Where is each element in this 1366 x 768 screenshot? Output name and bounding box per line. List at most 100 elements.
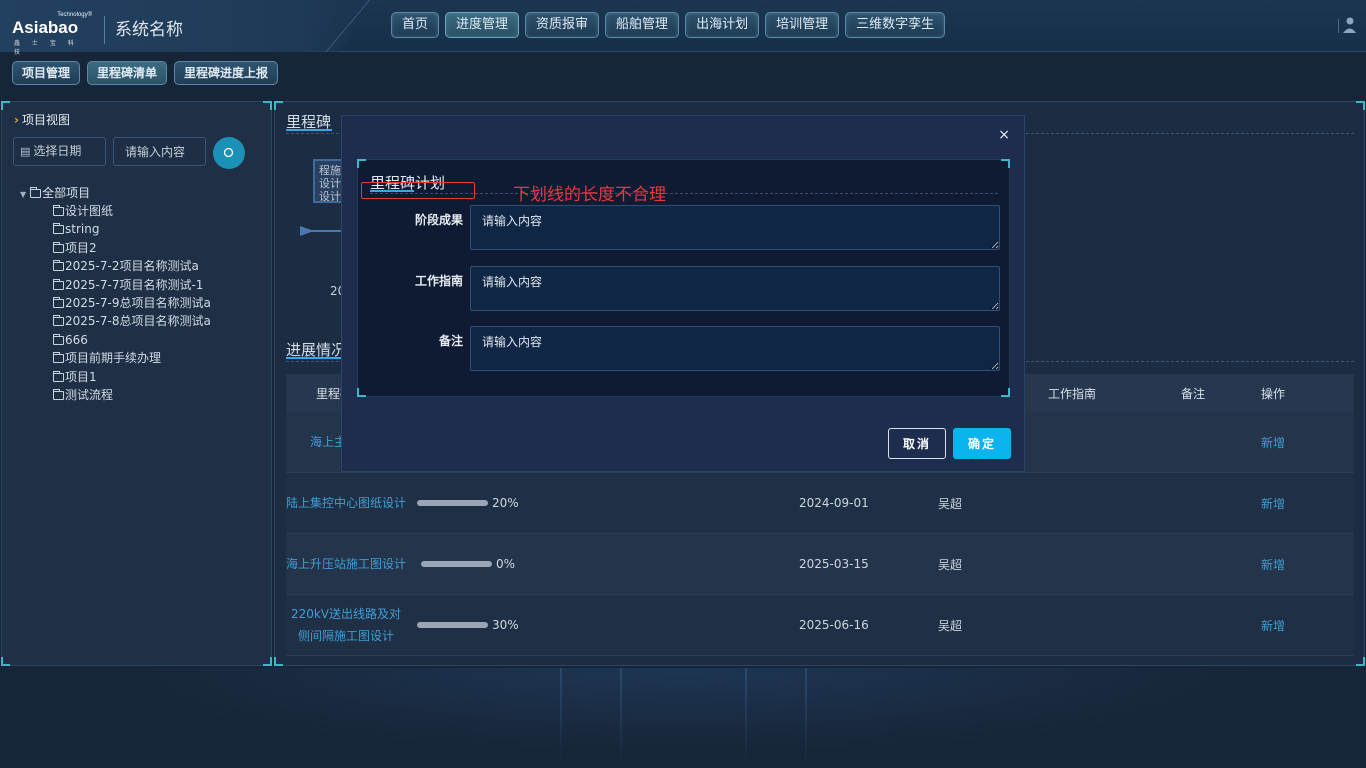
tree-root-label: 全部项目 bbox=[42, 186, 91, 200]
work-guide-textarea[interactable] bbox=[470, 266, 1000, 311]
folder-icon bbox=[53, 260, 64, 272]
stage-result-textarea[interactable] bbox=[470, 205, 1000, 250]
corner-decoration bbox=[1356, 101, 1365, 110]
plan-date: 2025-03-15 bbox=[799, 557, 869, 571]
corner-decoration bbox=[1, 101, 10, 110]
add-link[interactable]: 新增 bbox=[1261, 495, 1285, 512]
logo-brand-text: Asiabao bbox=[12, 18, 79, 37]
tree-item[interactable]: 设计图纸 bbox=[20, 202, 211, 220]
tree-item-label: 2025-7-8总项目名称测试a bbox=[65, 314, 211, 329]
responsible-person: 吴超 bbox=[938, 557, 963, 572]
tree-item-label: 项目2 bbox=[65, 240, 97, 255]
logo-sub-text: 鑫 士 宝 科 技 bbox=[14, 40, 79, 56]
project-tree: ▼ 全部项目 设计图纸 string 项目2 2025-7-2项目名称测试a 20… bbox=[20, 184, 211, 404]
table-row: 海上升压站施工图设计 0% 2025-03-15 吴超 新增 bbox=[286, 534, 1354, 595]
top-nav: 首页 进度管理 资质报审 船舶管理 出海计划 培训管理 三维数字孪生 bbox=[391, 12, 946, 38]
tree-item-label: 2025-7-9总项目名称测试a bbox=[65, 295, 211, 310]
header-guide: 工作指南 bbox=[1048, 386, 1097, 401]
tree-item-label: 2025-7-2项目名称测试a bbox=[65, 259, 199, 274]
tree-item[interactable]: 2025-7-2项目名称测试a bbox=[20, 257, 211, 275]
nav-ship[interactable]: 船舶管理 bbox=[605, 12, 680, 38]
date-picker[interactable]: ▤ 选择日期 bbox=[13, 137, 106, 166]
close-icon[interactable]: × bbox=[998, 128, 1010, 142]
tree-item[interactable]: 项目前期手续办理 bbox=[20, 349, 211, 367]
milestone-name-link[interactable]: 220kV送出线路及对侧间隔施工图设计 bbox=[286, 603, 406, 647]
tree-item[interactable]: 项目2 bbox=[20, 239, 211, 257]
folder-icon bbox=[30, 187, 42, 198]
folder-icon bbox=[53, 296, 64, 308]
tree-item[interactable]: 2025-7-8总项目名称测试a bbox=[20, 312, 211, 330]
corner-decoration bbox=[357, 388, 366, 397]
work-guide-label: 工作指南 bbox=[414, 274, 463, 288]
note-label: 备注 bbox=[438, 334, 463, 348]
nav-training[interactable]: 培训管理 bbox=[765, 12, 840, 38]
tree-item-label: 测试流程 bbox=[65, 387, 114, 402]
tree-item[interactable]: 测试流程 bbox=[20, 386, 211, 404]
nav-qualification[interactable]: 资质报审 bbox=[525, 12, 600, 38]
add-link[interactable]: 新增 bbox=[1261, 434, 1285, 451]
project-view-label: 项目视图 bbox=[21, 113, 70, 127]
progress-percent: 30% bbox=[492, 618, 519, 632]
corner-decoration bbox=[274, 101, 283, 110]
project-search-input[interactable] bbox=[113, 137, 206, 166]
folder-icon bbox=[53, 315, 64, 327]
top-header: Technology® Asiabao 鑫 士 宝 科 技 系统名称 首页 进度… bbox=[0, 0, 1366, 56]
tree-item[interactable]: string bbox=[20, 220, 211, 238]
plan-date: 2025-06-16 bbox=[799, 618, 869, 632]
folder-icon bbox=[53, 333, 64, 345]
folder-icon bbox=[53, 223, 64, 235]
project-view-title: › 项目视图 bbox=[14, 111, 70, 128]
annotation-highlight-box bbox=[361, 182, 475, 199]
progress-track bbox=[417, 622, 488, 628]
subnav-milestone-report[interactable]: 里程碑进度上报 bbox=[174, 61, 279, 85]
folder-icon bbox=[53, 370, 64, 382]
responsible-person: 吴超 bbox=[938, 496, 963, 511]
responsible-person: 吴超 bbox=[938, 618, 963, 633]
tree-item[interactable]: 666 bbox=[20, 331, 211, 349]
subnav-milestone-list[interactable]: 里程碑清单 bbox=[87, 61, 168, 85]
nav-digital-twin[interactable]: 三维数字孪生 bbox=[845, 12, 946, 38]
progress-percent: 0% bbox=[496, 557, 516, 571]
confirm-button[interactable]: 确定 bbox=[953, 428, 1011, 459]
header-note: 备注 bbox=[1181, 386, 1206, 401]
user-icon[interactable] bbox=[1338, 16, 1356, 34]
table-row: 陆上集控中心图纸设计 20% 2024-09-01 吴超 新增 bbox=[286, 473, 1354, 534]
calendar-icon: ▤ bbox=[20, 145, 31, 158]
add-link[interactable]: 新增 bbox=[1261, 556, 1285, 573]
add-link[interactable]: 新增 bbox=[1261, 617, 1285, 634]
folder-icon bbox=[53, 205, 64, 216]
form-row-stage-result: 阶段成果 bbox=[358, 205, 1011, 250]
tree-item-label: 设计图纸 bbox=[65, 204, 114, 218]
milestone-title-underline bbox=[286, 129, 332, 131]
nav-progress[interactable]: 进度管理 bbox=[445, 12, 520, 38]
timeline-arrow bbox=[300, 226, 345, 236]
tree-item-label: 2025-7-7项目名称测试-1 bbox=[65, 277, 204, 292]
corner-decoration bbox=[1001, 159, 1010, 168]
progress-bar: 20% bbox=[417, 496, 519, 510]
stage-result-label: 阶段成果 bbox=[414, 213, 463, 227]
search-button[interactable] bbox=[213, 137, 245, 169]
tree-item[interactable]: 2025-7-9总项目名称测试a bbox=[20, 294, 211, 312]
chevron-right-icon: › bbox=[14, 113, 19, 127]
milestone-plan-dialog: × 里程碑计划 阶段成果 工作指南 备注 取消 确定 bbox=[341, 115, 1025, 472]
search-icon bbox=[223, 147, 234, 158]
tree-item[interactable]: 2025-7-7项目名称测试-1 bbox=[20, 276, 211, 294]
tree-item[interactable]: 项目1 bbox=[20, 368, 211, 386]
subnav-project-management[interactable]: 项目管理 bbox=[12, 61, 81, 85]
form-row-work-guide: 工作指南 bbox=[358, 266, 1011, 311]
cancel-button[interactable]: 取消 bbox=[888, 428, 946, 459]
header-action: 操作 bbox=[1261, 386, 1286, 401]
caret-down-icon[interactable]: ▼ bbox=[20, 190, 26, 199]
milestone-name-link[interactable]: 海上升压站施工图设计 bbox=[286, 553, 406, 575]
nav-home[interactable]: 首页 bbox=[391, 12, 440, 38]
form-row-note: 备注 bbox=[358, 326, 1011, 371]
folder-icon bbox=[53, 388, 64, 400]
progress-title-underline bbox=[286, 357, 348, 359]
background-ray bbox=[620, 668, 622, 768]
folder-icon bbox=[53, 352, 64, 364]
nav-sea-plan[interactable]: 出海计划 bbox=[685, 12, 760, 38]
note-textarea[interactable] bbox=[470, 326, 1000, 371]
milestone-name-link[interactable]: 陆上集控中心图纸设计 bbox=[286, 492, 406, 514]
tree-root[interactable]: ▼ 全部项目 bbox=[20, 184, 211, 202]
table-row: 220kV送出线路及对侧间隔施工图设计 30% 2025-06-16 吴超 新增 bbox=[286, 595, 1354, 656]
